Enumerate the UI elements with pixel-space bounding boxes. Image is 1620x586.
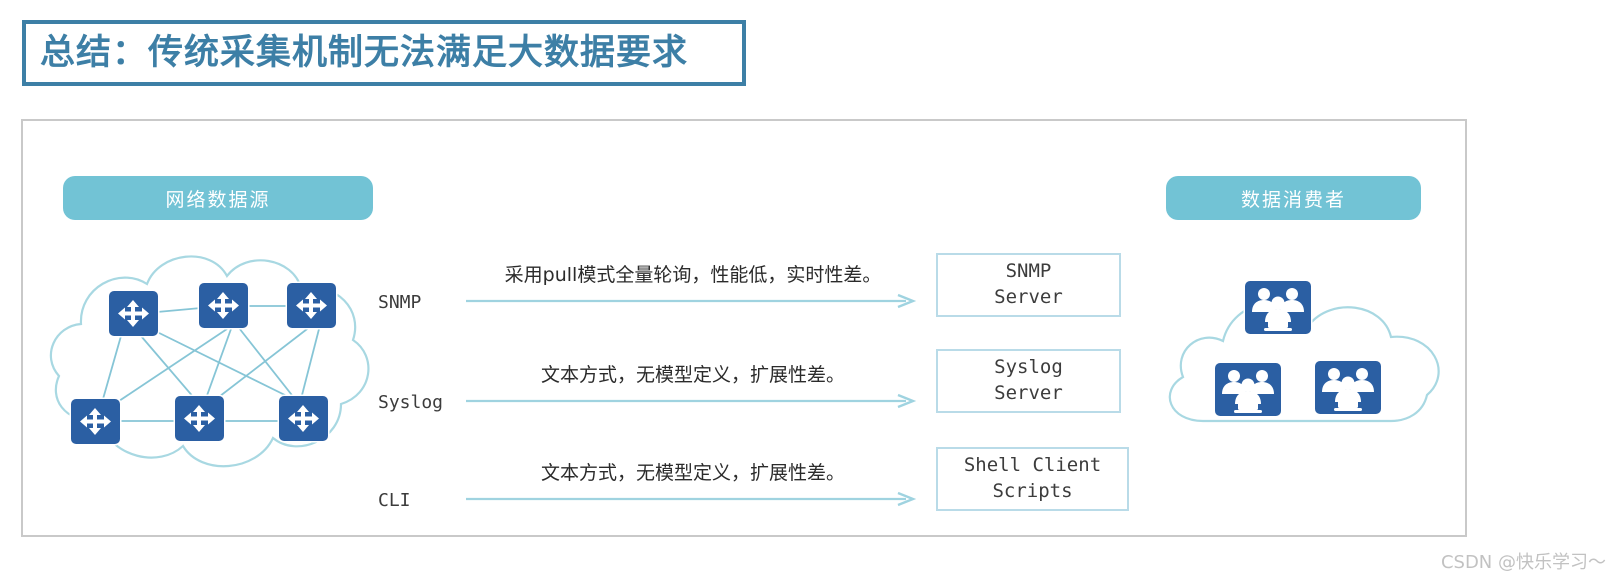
server-box-snmp: SNMP Server (936, 253, 1121, 317)
csdn-watermark: CSDN @快乐学习～ (1440, 552, 1606, 573)
switch-mesh-links (102, 305, 320, 422)
pill-consumer-text: 数据消费者 (1240, 188, 1346, 211)
user-group-icon-1 (1245, 281, 1311, 334)
page-title: 总结：传统采集机制无法满足大数据要求 (40, 32, 689, 73)
switch-icon-5 (175, 396, 224, 441)
page-title-banner: 总结：传统采集机制无法满足大数据要求 (22, 20, 746, 86)
arrow-icon-cli (466, 491, 917, 507)
protocol-label-cli: CLI (378, 490, 411, 511)
user-group-icon-2 (1215, 363, 1281, 416)
server-box-shell-line2: Scripts (992, 480, 1073, 502)
server-box-syslog: Syslog Server (936, 349, 1121, 413)
switch-icon-3 (287, 283, 336, 328)
consumer-cloud-icon (1168, 301, 1440, 423)
server-box-snmp-line1: SNMP (1005, 260, 1052, 283)
server-box-shell-line1: Shell Client (963, 454, 1102, 477)
flow-row-snmp: SNMP 采用pull模式全量轮询，性能低，实时性差。 (378, 243, 918, 313)
switch-icon-4 (71, 399, 120, 444)
user-group-icon-3 (1315, 361, 1381, 414)
switch-icon-6 (279, 396, 328, 441)
switch-icon-2 (199, 283, 248, 328)
label-data-consumer: 数据消费者 (1166, 176, 1421, 220)
server-box-syslog-line1: Syslog (994, 356, 1063, 379)
flow-row-cli: CLI 文本方式，无模型定义，扩展性差。 (378, 441, 918, 511)
server-box-syslog-line2: Server (994, 382, 1063, 404)
arrow-icon-syslog (466, 393, 917, 409)
flow-row-syslog: Syslog 文本方式，无模型定义，扩展性差。 (378, 343, 918, 413)
server-box-shell-client: Shell Client Scripts (936, 447, 1129, 511)
switch-icon-1 (109, 291, 158, 336)
arrow-icon-snmp (466, 293, 917, 309)
protocol-label-snmp: SNMP (378, 292, 422, 313)
server-box-snmp-line2: Server (994, 286, 1063, 308)
diagram-frame: 网络数据源 数据消费者 SNMP 采用pull模式全量轮询，性能低，实时性差。 … (21, 119, 1467, 537)
flow-description-snmp: 采用pull模式全量轮询，性能低，实时性差。 (504, 264, 882, 286)
flow-description-cli: 文本方式，无模型定义，扩展性差。 (540, 462, 845, 484)
protocol-label-syslog: Syslog (378, 392, 444, 413)
flow-description-syslog: 文本方式，无模型定义，扩展性差。 (540, 364, 845, 386)
